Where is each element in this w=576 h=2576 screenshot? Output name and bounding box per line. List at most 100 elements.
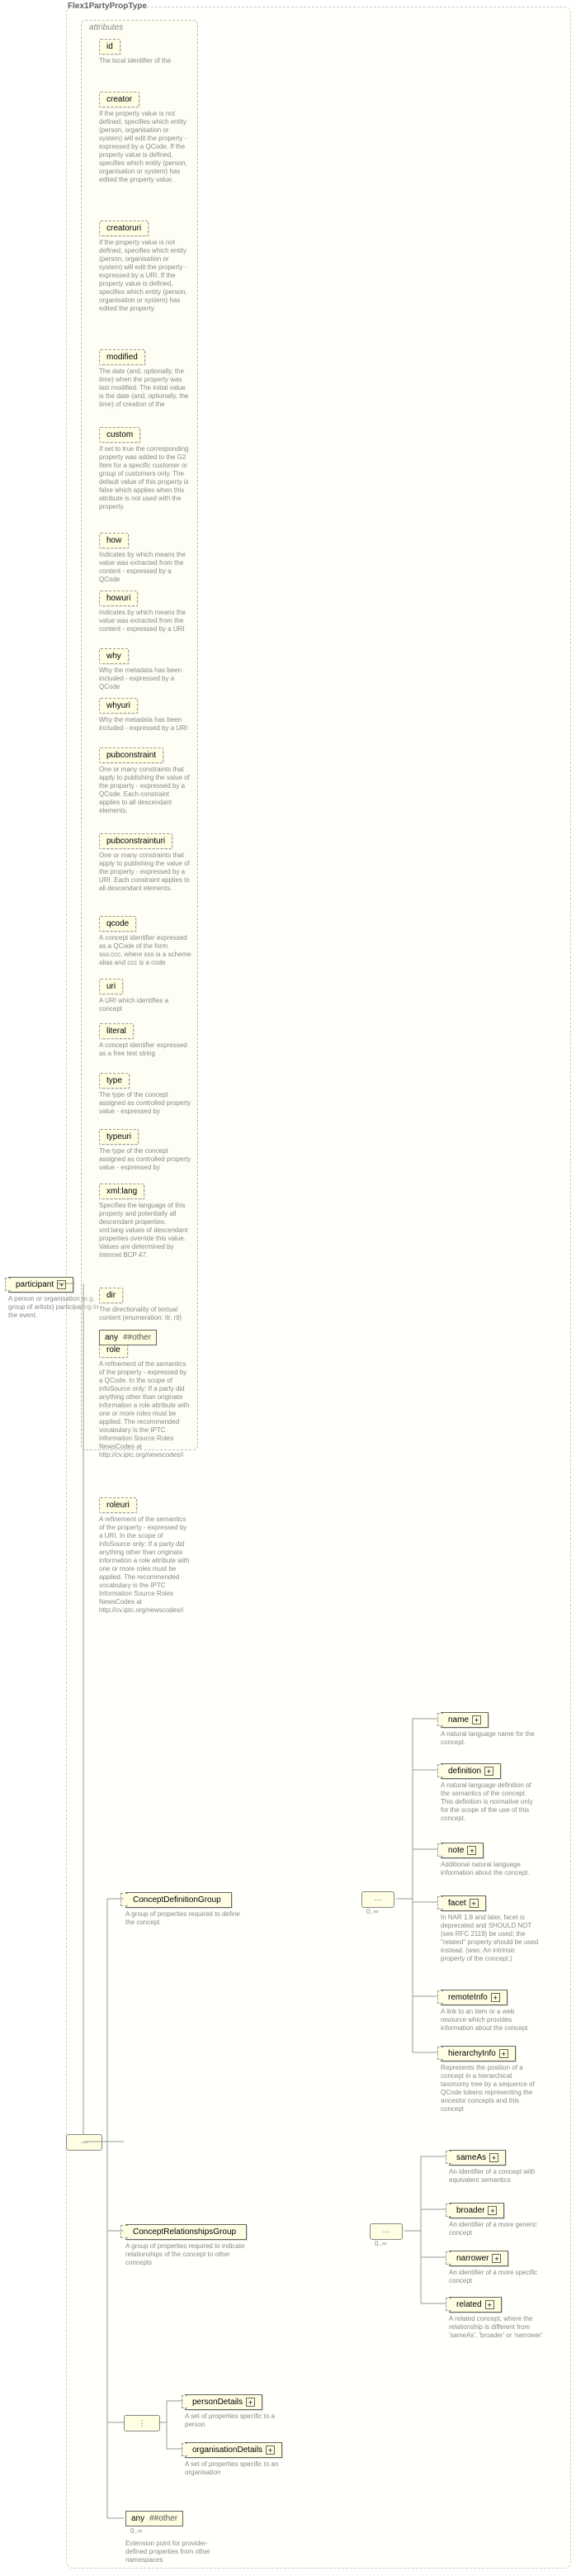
node-annotation: An identifier of a more specific concept — [449, 2269, 548, 2285]
root-label: participant — [16, 1280, 54, 1289]
expand-icon[interactable] — [499, 2049, 508, 2058]
node-tab — [437, 1990, 443, 2004]
attr-whyuri[interactable]: whyuri Why the metadata has been included… — [99, 697, 191, 733]
attr-annotation: The local identifier of the — [99, 57, 171, 65]
attr-pubconstrainturi[interactable]: pubconstrainturiOne or many constraints … — [99, 833, 191, 893]
element-definition[interactable]: definition A natural language definition … — [441, 1762, 540, 1823]
attr-type[interactable]: typeThe type of the concept assigned as … — [99, 1072, 191, 1116]
expand-icon[interactable] — [484, 1767, 493, 1776]
attr-annotation: A refinement of the semantics of the pro… — [99, 1360, 191, 1459]
attr-name: pubconstraint — [99, 747, 163, 763]
attr-dir[interactable]: dirThe directionality of textual content… — [99, 1287, 191, 1322]
attr-name: whyuri — [99, 698, 138, 714]
attr-annotation: A URI which identifies a concept — [99, 997, 191, 1013]
attr-why[interactable]: whyWhy the metadata has been included - … — [99, 648, 191, 691]
attr-role[interactable]: roleA refinement of the semantics of the… — [99, 1341, 191, 1459]
node-tab — [182, 2395, 187, 2408]
attr-typeuri[interactable]: typeuriThe type of the concept assigned … — [99, 1128, 191, 1172]
attr-annotation: If set to true the corresponding propert… — [99, 445, 191, 511]
attr-annotation: The type of the concept assigned as cont… — [99, 1091, 191, 1116]
attr-xml:lang[interactable]: xml:langSpecifies the language of this p… — [99, 1183, 191, 1260]
attr-name: how — [99, 533, 129, 548]
attr-literal[interactable]: literalA concept identifier expressed as… — [99, 1022, 191, 1058]
node-label: remoteInfo — [448, 1993, 488, 2002]
node-tab — [437, 1896, 443, 1909]
node-body: facet — [441, 1895, 486, 1911]
element-personDetails[interactable]: personDetails A set of properties specif… — [185, 2393, 284, 2429]
expand-icon[interactable] — [472, 1715, 481, 1724]
attr-creator[interactable]: creator If the property value is not defi… — [99, 91, 191, 184]
expand-icon[interactable] — [470, 1899, 479, 1908]
group-concept-definition[interactable]: ConceptDefinitionGroup A group of proper… — [125, 1891, 249, 1927]
element-remoteInfo[interactable]: remoteInfoA link to an item or a web res… — [441, 1989, 540, 2033]
node-body: note — [441, 1843, 484, 1858]
attr-name: creatoruri — [99, 221, 149, 236]
node-label: hierarchyInfo — [448, 2049, 496, 2058]
attr-name: roleuri — [99, 1497, 137, 1513]
node-body: related — [449, 2297, 502, 2313]
expand-icon[interactable] — [491, 1993, 500, 2002]
attributes-label: attributes — [89, 23, 123, 32]
attr-name: creator — [99, 92, 139, 107]
node-tab — [446, 2251, 451, 2265]
node-tab — [446, 2298, 451, 2311]
attr-annotation: If the property value is not defined, sp… — [99, 110, 191, 184]
rel-sequence-compositor — [370, 2223, 403, 2240]
node-body: definition — [441, 1763, 501, 1779]
node-tab — [5, 1278, 11, 1291]
attr-howuri[interactable]: howuriIndicates by which means the value… — [99, 590, 191, 633]
node-body: participant — [8, 1277, 73, 1293]
expand-icon[interactable] — [488, 2206, 497, 2215]
attr-custom[interactable]: customIf set to true the corresponding p… — [99, 426, 191, 511]
collapse-icon[interactable] — [57, 1280, 66, 1289]
attr-annotation: Why the metadata has been included - exp… — [99, 716, 191, 733]
expand-icon[interactable] — [489, 2153, 498, 2162]
element-name[interactable]: name A natural language name for the conc… — [441, 1711, 540, 1747]
node-label: sameAs — [456, 2153, 486, 2162]
any-other-label: ##other — [123, 1333, 151, 1342]
element-facet[interactable]: facetIn NAR 1.8 and later, facet is depr… — [441, 1895, 540, 1963]
node-label: name — [448, 1715, 469, 1724]
attr-qcode[interactable]: qcodeA concept identifier expressed as a… — [99, 915, 191, 967]
node-label: personDetails — [192, 2398, 243, 2407]
expand-icon[interactable] — [246, 2398, 255, 2407]
node-annotation: A natural language name for the concept. — [441, 1730, 540, 1747]
expand-icon[interactable] — [485, 2300, 494, 2309]
element-related[interactable]: relatedA related concept, where the rela… — [449, 2296, 548, 2340]
attr-name: dir — [99, 1288, 123, 1303]
attr-id[interactable]: idThe local identifier of the — [99, 38, 171, 65]
def-range: 0..∞ — [366, 1908, 379, 1915]
node-annotation: A set of properties specific to an organ… — [185, 2460, 284, 2477]
node-body: remoteInfo — [441, 1990, 508, 2005]
extension-annotation: Extension point for provider-defined pro… — [125, 2540, 218, 2564]
attr-how[interactable]: how Indicates by which means the value wa… — [99, 532, 191, 584]
attr-roleuri[interactable]: roleuriA refinement of the semantics of … — [99, 1497, 191, 1615]
element-broader[interactable]: broaderAn identifier of a more generic c… — [449, 2202, 548, 2237]
node-label: note — [448, 1846, 464, 1855]
attr-uri[interactable]: uriA URI which identifies a concept — [99, 978, 191, 1013]
node-annotation: A natural language definition of the sem… — [441, 1781, 540, 1823]
node-label: related — [456, 2300, 482, 2309]
attr-modified[interactable]: modifiedThe date (and, optionally, the t… — [99, 349, 191, 409]
node-body: narrower — [449, 2251, 508, 2266]
expand-icon[interactable] — [492, 2254, 501, 2263]
element-narrower[interactable]: narrower An identifier of a more specific… — [449, 2250, 548, 2285]
element-sameAs[interactable]: sameAsAn identifier of a concept with eq… — [449, 2149, 548, 2185]
group-annotation: A group of properties required to indica… — [125, 2242, 249, 2267]
attr-creatoruri[interactable]: creatoruriIf the property value is not d… — [99, 220, 191, 313]
node-label: organisationDetails — [192, 2446, 262, 2455]
node-body: hierarchyInfo — [441, 2046, 516, 2061]
node-tab — [437, 1764, 443, 1777]
attr-pubconstraint[interactable]: pubconstraintOne or many constraints tha… — [99, 747, 191, 815]
attr-annotation: Indicates by which means the value was e… — [99, 551, 191, 584]
group-annotation: A group of properties required to define… — [125, 1910, 249, 1927]
expand-icon[interactable] — [467, 1846, 476, 1855]
node-label: definition — [448, 1767, 481, 1776]
element-note[interactable]: noteAdditional natural language informat… — [441, 1842, 540, 1877]
type-title: Flex1PartyPropType — [68, 2, 147, 11]
group-concept-relationships[interactable]: ConceptRelationshipsGroup A group of pro… — [125, 2223, 249, 2267]
element-organisationDetails[interactable]: organisationDetails A set of properties … — [185, 2441, 284, 2477]
element-hierarchyInfo[interactable]: hierarchyInfoRepresents the position of … — [441, 2045, 540, 2113]
any-label: any — [131, 2514, 144, 2523]
expand-icon[interactable] — [266, 2446, 275, 2455]
